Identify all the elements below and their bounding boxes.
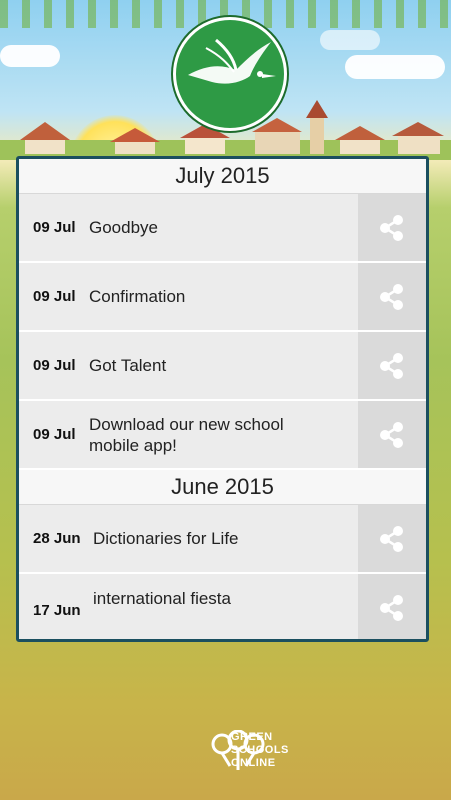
brand-wordmark: GREEN SCHOOLS ONLINE bbox=[231, 731, 289, 770]
item-date: 09 Jul bbox=[33, 288, 76, 305]
item-title: Dictionaries for Life bbox=[93, 529, 239, 548]
item-title: Got Talent bbox=[89, 356, 167, 375]
item-date: 28 Jun bbox=[33, 530, 81, 547]
cloud-decoration bbox=[0, 45, 60, 67]
share-button[interactable] bbox=[358, 574, 426, 639]
list-item[interactable]: 28 Jun Dictionaries for Life bbox=[19, 505, 426, 574]
share-button[interactable] bbox=[358, 505, 426, 572]
item-date: 09 Jul bbox=[33, 219, 76, 236]
list-item[interactable]: 09 Jul Goodbye bbox=[19, 194, 426, 263]
item-date: 17 Jun bbox=[33, 602, 81, 619]
bird-emblem-icon bbox=[188, 38, 276, 84]
cloud-decoration bbox=[320, 30, 380, 50]
item-title: Download our new school mobile app! bbox=[89, 414, 284, 455]
list-item[interactable]: 17 Jun international fiesta bbox=[19, 574, 426, 639]
item-title: international fiesta bbox=[93, 589, 231, 608]
share-button[interactable] bbox=[358, 263, 426, 330]
brand-line: GREEN bbox=[231, 731, 273, 743]
share-icon bbox=[380, 421, 403, 448]
item-title: Confirmation bbox=[89, 287, 186, 306]
share-icon bbox=[380, 283, 403, 310]
share-icon bbox=[380, 214, 403, 241]
news-list-panel: July 2015 09 Jul Goodbye 09 Jul Confirma… bbox=[16, 156, 429, 642]
share-icon bbox=[380, 594, 403, 621]
list-item[interactable]: 09 Jul Download our new school mobile ap… bbox=[19, 401, 426, 470]
share-button[interactable] bbox=[358, 401, 426, 468]
share-button[interactable] bbox=[358, 194, 426, 261]
month-header: July 2015 bbox=[19, 159, 426, 194]
brand-line: ONLINE bbox=[231, 757, 276, 769]
brand-line: SCHOOLS bbox=[231, 744, 289, 756]
item-date: 09 Jul bbox=[33, 426, 76, 443]
share-icon bbox=[380, 525, 403, 552]
cloud-decoration bbox=[345, 55, 445, 79]
share-button[interactable] bbox=[358, 332, 426, 399]
school-logo bbox=[173, 17, 287, 131]
share-icon bbox=[380, 352, 403, 379]
list-item[interactable]: 09 Jul Got Talent bbox=[19, 332, 426, 401]
item-date: 09 Jul bbox=[33, 357, 76, 374]
month-header: June 2015 bbox=[19, 470, 426, 505]
list-item[interactable]: 09 Jul Confirmation bbox=[19, 263, 426, 332]
item-title: Goodbye bbox=[89, 218, 158, 237]
